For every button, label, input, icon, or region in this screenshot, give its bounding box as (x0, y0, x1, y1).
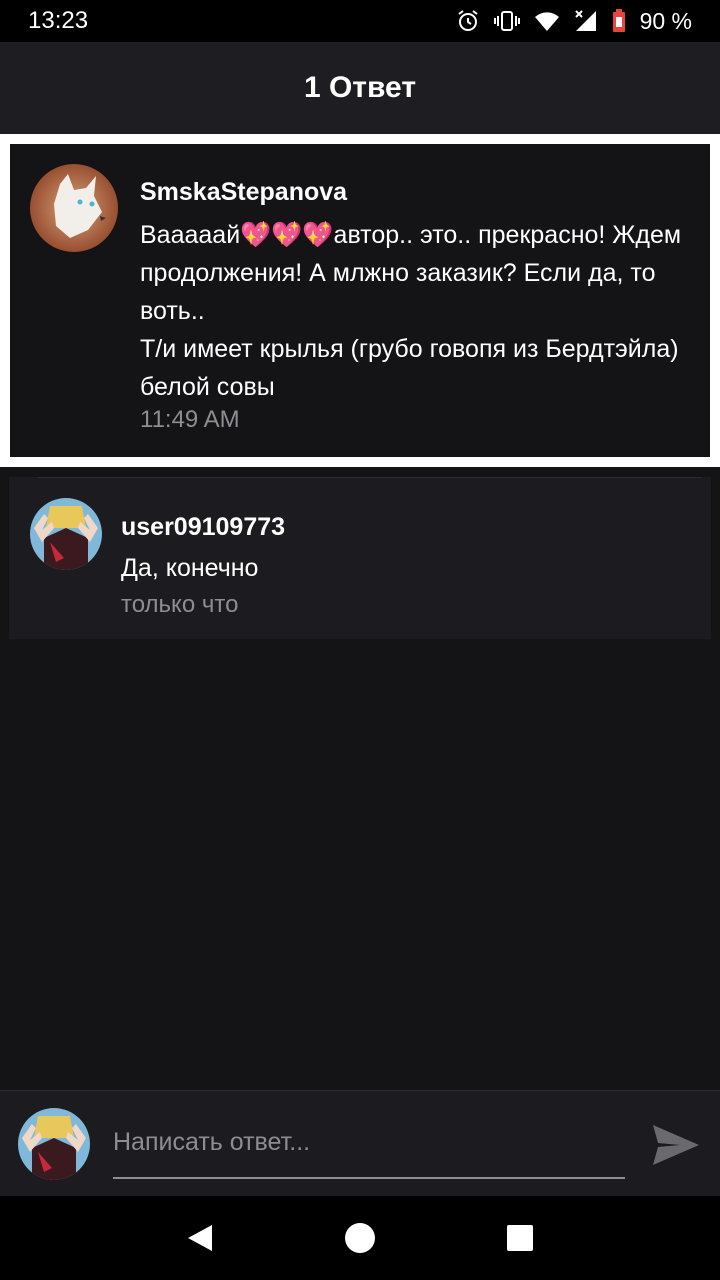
battery-percent: 90 % (639, 7, 692, 34)
comment-time: только что (121, 591, 239, 618)
status-time: 13:23 (28, 7, 89, 34)
back-icon[interactable] (170, 1208, 230, 1268)
comment-text-line: Вааааай💖💖💖автор.. это.. прекрасно! Ждем (140, 221, 682, 249)
alarm-icon (456, 9, 480, 33)
comment-time: 11:49 AM (140, 406, 240, 433)
page-title: 1 Ответ (303, 71, 417, 104)
signal-icon (574, 9, 598, 33)
app-bar: 1 Ответ (0, 42, 720, 134)
avatar[interactable] (30, 498, 102, 570)
divider (37, 477, 701, 478)
comment-text-line: воть.. (140, 297, 205, 325)
comment-text-line: Т/и имеет крылья (грубо говопя из Бердтэ… (140, 335, 679, 363)
reply-composer: Написать ответ... (0, 1090, 720, 1196)
comment-text-line: продолжения! А млжно заказик? Если да, т… (140, 259, 656, 287)
wifi-icon (534, 10, 560, 32)
vibrate-icon (493, 9, 520, 33)
status-icons: 90 % (456, 8, 692, 35)
avatar[interactable] (30, 164, 118, 252)
system-nav-bar (0, 1196, 720, 1280)
reply-comment[interactable]: user09109773 Да, конечно только что (9, 477, 711, 639)
root-comment-body: SmskaStepanova Вааааай💖💖💖автор.. это.. п… (10, 144, 710, 457)
home-icon[interactable] (330, 1208, 390, 1268)
send-icon[interactable] (650, 1119, 702, 1171)
root-comment[interactable]: SmskaStepanova Вааааай💖💖💖автор.. это.. п… (0, 134, 720, 467)
comment-text: Да, конечно (121, 554, 259, 582)
comment-author[interactable]: SmskaStepanova (140, 178, 347, 207)
avatar (18, 1108, 90, 1180)
comment-text-line: белой совы (140, 373, 275, 401)
comment-author[interactable]: user09109773 (121, 513, 285, 542)
recents-icon[interactable] (490, 1208, 550, 1268)
reply-input[interactable]: Написать ответ... (113, 1121, 625, 1179)
battery-icon (612, 9, 626, 33)
comment-text: Вааааай💖💖💖автор.. это.. прекрасно! Ждем … (140, 216, 700, 406)
status-bar: 13:23 90 % (0, 0, 720, 42)
